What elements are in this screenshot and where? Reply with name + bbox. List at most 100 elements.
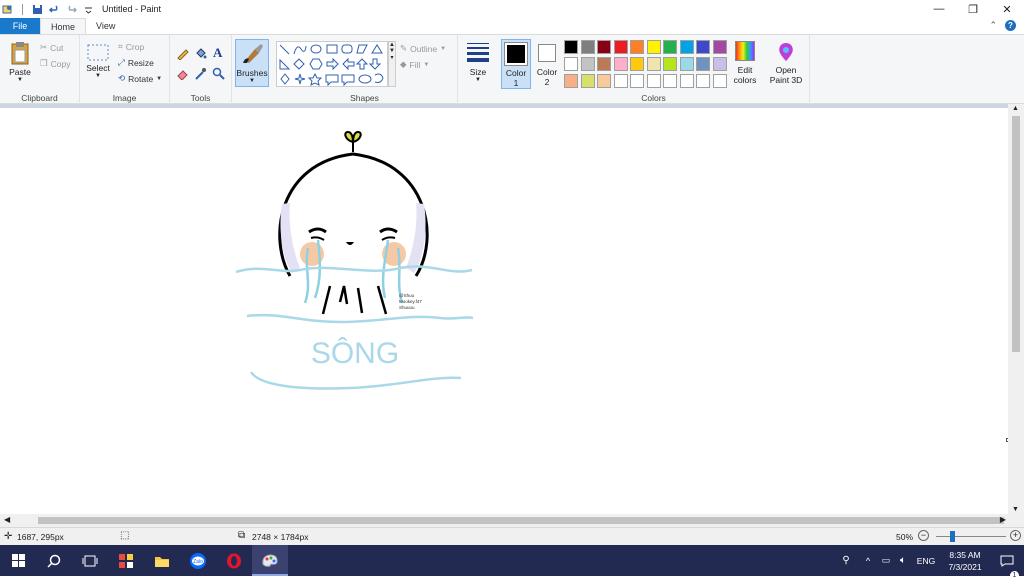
clock-time: 8:35 AM [949,549,981,560]
palette-swatch[interactable] [696,57,710,71]
minimize-button[interactable]: — [922,0,956,18]
vertical-scrollbar[interactable]: ▲ ▼ [1008,104,1024,514]
tab-view[interactable]: View [86,18,125,34]
palette-swatch[interactable] [630,40,644,54]
input-language[interactable]: ENG [912,556,940,566]
crop-button[interactable]: ⌗ Crop [118,41,144,52]
color1-button[interactable]: Color 1 [501,39,531,89]
tab-file[interactable]: File [0,18,40,34]
taskbar-zalo[interactable]: Zalo [180,545,216,576]
undo-icon[interactable] [49,4,60,15]
paint-app-icon[interactable] [2,4,13,15]
copy-button[interactable]: ❐ Copy [40,58,70,69]
clock[interactable]: 8:35 AM 7/3/2021 [940,549,990,573]
zoom-slider[interactable] [936,531,1006,542]
battery-icon[interactable]: ▭ [878,555,894,566]
palette-swatch[interactable] [663,40,677,54]
brushes-group: Brushes ▼ [232,35,272,105]
palette-swatch[interactable] [564,57,578,71]
shapes-gallery[interactable] [276,41,388,87]
volume-icon[interactable]: 🔈︎ [894,555,912,566]
save-icon[interactable] [32,4,43,15]
palette-swatch[interactable] [679,57,694,71]
customize-qat-icon[interactable] [83,4,94,15]
palette-swatch[interactable] [580,40,595,54]
palette-swatch[interactable] [646,74,661,88]
palette-swatch[interactable] [696,74,710,88]
paste-button[interactable]: Paste ▼ [6,41,34,83]
pencil-icon[interactable] [176,47,189,60]
search-button[interactable] [36,545,72,576]
scroll-left-icon[interactable]: ◀ [4,515,10,524]
show-hidden-icons[interactable]: ^ [858,556,878,566]
palette-swatch[interactable] [712,74,727,88]
zoom-in-button[interactable]: + [1010,530,1021,541]
size-button[interactable]: Size ▼ [465,41,491,83]
palette-swatch[interactable] [646,40,661,54]
help-icon[interactable]: ? [1005,20,1016,31]
palette-swatch[interactable] [663,74,677,88]
palette-swatch[interactable] [696,40,710,54]
shapes-gallery-scroll[interactable]: ▲ ▼ ▾ [388,41,396,87]
taskbar-paint[interactable] [252,545,288,576]
palette-swatch[interactable] [679,74,694,88]
palette-swatch[interactable] [564,74,578,88]
palette-swatch[interactable] [613,74,628,88]
palette-swatch[interactable] [712,57,727,71]
cut-label: Cut [50,42,64,53]
fill-button[interactable]: ◆ Fill ▼ [400,59,429,70]
canvas-area: SÔNG @Shuu Mookey.f47 Shuuuu ▲ ▼ [0,104,1024,514]
outline-button[interactable]: ✎ Outline ▼ [400,43,446,54]
palette-swatch[interactable] [712,40,727,54]
palette-swatch[interactable] [597,74,611,88]
vertical-scroll-thumb[interactable] [1012,116,1020,352]
drawing-canvas[interactable]: SÔNG @Shuu Mookey.f47 Shuuuu [0,108,1010,514]
scroll-right-icon[interactable]: ▶ [1000,515,1006,524]
palette-swatch[interactable] [580,57,595,71]
eraser-icon[interactable] [176,67,189,80]
brushes-button[interactable]: Brushes ▼ [235,39,269,87]
collapse-ribbon-icon[interactable]: ⌃ [989,20,997,31]
palette-swatch[interactable] [613,40,628,54]
color2-button[interactable]: Color 2 [534,39,560,89]
palette-swatch[interactable] [580,74,595,88]
close-button[interactable]: ✕ [990,0,1024,18]
tab-home[interactable]: Home [40,18,87,34]
palette-swatch[interactable] [597,40,611,54]
zoom-out-button[interactable]: − [918,530,929,541]
palette-swatch[interactable] [646,57,661,71]
fill-bucket-icon[interactable] [194,47,207,60]
open-paint3d-button[interactable]: Open Paint 3D [766,39,806,89]
taskbar-opera[interactable] [216,545,252,576]
edit-colors-button[interactable]: Edit colors [730,39,760,89]
resize-button[interactable]: ⤢ Resize [118,57,154,68]
start-button[interactable] [0,545,36,576]
text-icon[interactable]: A [212,46,225,59]
clock-date: 7/3/2021 [948,561,982,572]
people-icon[interactable]: ⚲ [834,555,858,566]
horizontal-scrollbar[interactable]: ◀ ▶ [0,514,1024,527]
taskbar-file-explorer[interactable] [144,545,180,576]
notification-center[interactable]: 1 [990,555,1024,580]
restore-button[interactable]: ❐ [956,0,990,18]
cut-button[interactable]: ✂ Cut [40,42,63,53]
task-view-button[interactable] [72,545,108,576]
palette-swatch[interactable] [597,57,611,71]
select-button[interactable]: Select ▼ [85,43,111,79]
redo-icon[interactable] [66,4,77,15]
palette-swatch[interactable] [630,74,644,88]
horizontal-scroll-thumb[interactable] [38,517,1004,524]
palette-swatch[interactable] [630,57,644,71]
palette-swatch[interactable] [564,40,578,54]
zoom-slider-thumb[interactable] [950,531,955,542]
palette-swatch[interactable] [679,40,694,54]
rotate-button[interactable]: ⟲ Rotate ▼ [118,73,162,84]
magnifier-icon[interactable] [212,67,225,80]
scroll-up-icon[interactable]: ▲ [1012,105,1019,112]
palette-swatch[interactable] [613,57,628,71]
scroll-down-icon[interactable]: ▼ [1012,506,1019,513]
palette-swatch[interactable] [663,57,677,71]
opera-icon [227,553,241,568]
taskbar-app-store[interactable] [108,545,144,576]
color-picker-icon[interactable] [194,67,207,80]
